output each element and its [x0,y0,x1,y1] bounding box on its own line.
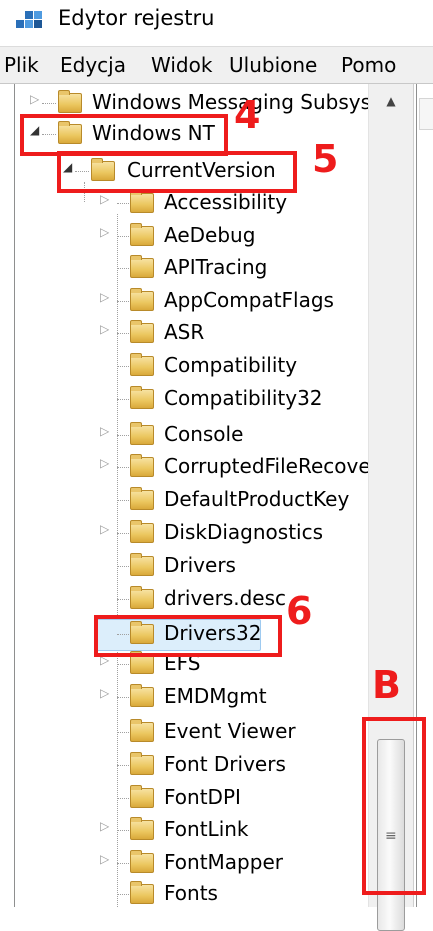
tree-node-label: AppCompatFlags [164,288,334,312]
folder-icon [130,586,154,609]
folder-icon [130,785,154,808]
annotation-number: 4 [234,93,261,137]
tree-node-label: Compatibility32 [164,386,323,410]
title-bar: Edytor rejestru [0,0,433,40]
folder-icon [130,386,154,409]
expand-arrow-icon[interactable]: ▷ [100,192,114,206]
tree-node-label: Font Drivers [164,752,286,776]
menu-view[interactable]: Widok [151,53,212,77]
tree-node-label: Compatibility [164,353,298,377]
expand-arrow-icon[interactable]: ▷ [100,852,114,866]
tree-node-label: FontLink [164,817,249,841]
annotation-letter: B [372,663,401,707]
folder-icon [130,320,154,343]
menu-edit[interactable]: Edycja [60,53,126,77]
expand-arrow-icon[interactable]: ▷ [100,522,114,536]
tree-node-label: Fonts [164,881,218,905]
tree-node-label: DefaultProductKey [164,487,350,511]
expand-arrow-icon[interactable]: ▷ [100,819,114,833]
window-title: Edytor rejestru [58,6,215,30]
annotation-box-drivers32 [94,615,282,657]
folder-icon [130,288,154,311]
folder-icon [130,353,154,376]
menu-file[interactable]: Plik [4,53,39,77]
folder-icon [130,651,154,674]
menu-help[interactable]: Pomo [341,53,396,77]
annotation-number: 5 [312,137,339,181]
tree-node-label: DiskDiagnostics [164,520,324,544]
folder-icon [130,719,154,742]
folder-icon [130,817,154,840]
tree-node-label: FontDPI [164,785,241,809]
folder-icon [130,422,154,445]
tree-node-label: EMDMgmt [164,684,267,708]
annotation-box-currentversion [57,151,297,193]
tree-guide-line [117,214,118,907]
tree-node-label: drivers.desc [164,586,287,610]
folder-icon [130,553,154,576]
folder-icon [130,520,154,543]
expand-arrow-icon[interactable]: ▷ [100,322,114,336]
expand-arrow-icon[interactable]: ▷ [100,424,114,438]
tree-node-label: APITracing [164,255,268,279]
folder-icon [130,190,154,213]
annotation-number: 6 [286,589,313,633]
folder-icon [130,752,154,775]
annotation-box-scrollbar [362,717,426,895]
values-column-header[interactable] [419,98,433,130]
folder-icon [130,487,154,510]
menu-favorites[interactable]: Ulubione [229,53,317,77]
tree-node-label: Drivers [164,553,236,577]
folder-icon [130,684,154,707]
folder-icon [130,223,154,246]
folder-icon [130,850,154,873]
tree-node-label: CorruptedFileRecovery [164,454,391,478]
tree-node-label: FontMapper [164,850,283,874]
menu-bar: Plik Edycja Widok Ulubione Pomo [0,46,433,84]
annotation-box-windows-nt [20,114,228,156]
folder-icon [130,881,154,904]
scroll-up-arrow-icon[interactable]: ▲ [369,84,413,118]
tree-node-label: ASR [164,320,205,344]
tree-node-label: Console [164,422,244,446]
tree-node-label: AeDebug [164,223,256,247]
expand-arrow-icon[interactable]: ▷ [100,290,114,304]
folder-icon [130,454,154,477]
folder-icon [58,90,82,113]
registry-editor-icon [16,11,42,28]
tree-node-label: Accessibility [164,190,288,214]
folder-icon [130,255,154,278]
expand-arrow-icon[interactable]: ▷ [100,456,114,470]
expand-arrow-icon[interactable]: ▷ [100,225,114,239]
tree-node-label: Event Viewer [164,719,296,743]
expand-arrow-icon[interactable]: ▷ [100,686,114,700]
